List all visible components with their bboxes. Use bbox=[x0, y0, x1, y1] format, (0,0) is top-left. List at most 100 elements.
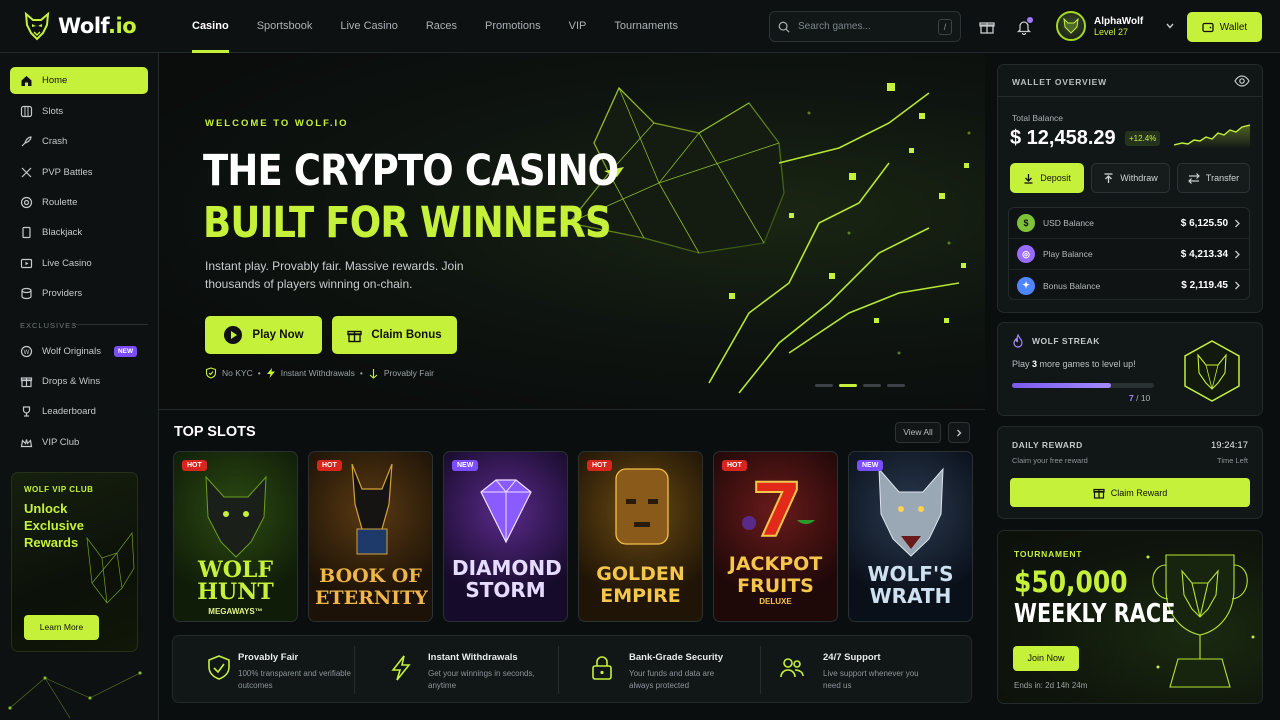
users-icon bbox=[780, 658, 804, 678]
slot-card-book-of-eternity[interactable]: HOT BOOK OF ETERNITY bbox=[308, 451, 433, 622]
feature-bank-grade-security: Bank-Grade Security Your funds and data … bbox=[574, 636, 764, 704]
balance-row-usd[interactable]: $ USD Balance $ 6,125.50 bbox=[1009, 208, 1249, 239]
nav-races[interactable]: Races bbox=[412, 0, 471, 53]
claim-reward-label: Claim Reward bbox=[1110, 487, 1168, 498]
sidebar-item-label: Crash bbox=[42, 136, 68, 147]
balance-row-bonus[interactable]: ✦ Bonus Balance $ 2,119.45 bbox=[1009, 270, 1249, 301]
slot-card-jackpot-fruits[interactable]: 7 HOT JACKPOT FRUITS DELUXE bbox=[713, 451, 838, 622]
transfer-button[interactable]: Transfer bbox=[1177, 163, 1250, 193]
sidebar-item-label: Drops & Wins bbox=[42, 376, 101, 387]
sidebar-item-blackjack[interactable]: Blackjack bbox=[10, 219, 148, 246]
sidebar-item-live-casino[interactable]: Live Casino bbox=[10, 250, 148, 277]
nav-promotions[interactable]: Promotions bbox=[471, 0, 555, 53]
total-balance-label: Total Balance bbox=[1012, 113, 1064, 123]
notifications-button[interactable] bbox=[1014, 17, 1034, 37]
sidebar-item-wolf-originals[interactable]: W Wolf Originals NEW bbox=[10, 338, 148, 365]
join-now-button[interactable]: Join Now bbox=[1013, 646, 1079, 671]
deposit-label: Deposit bbox=[1040, 173, 1071, 183]
feature-desc: Live support whenever you need us bbox=[823, 669, 919, 690]
slot-card-golden-empire[interactable]: HOT GOLDEN EMPIRE bbox=[578, 451, 703, 622]
tournament-ends: Ends in: 2d 14h 24m bbox=[1014, 681, 1088, 690]
hero-title-line2: BUILT FOR WINNERS bbox=[203, 198, 612, 248]
sidebar-item-home[interactable]: Home bbox=[10, 67, 148, 94]
gift-button[interactable] bbox=[977, 17, 997, 37]
seven-fruits-art: 7 bbox=[742, 468, 815, 548]
sidebar: Home Slots Crash PVP Battles Roulette Bl… bbox=[0, 53, 159, 720]
nav-tournaments[interactable]: Tournaments bbox=[600, 0, 692, 53]
user-level: Level 27 bbox=[1094, 26, 1129, 37]
play-now-button[interactable]: Play Now bbox=[205, 316, 322, 354]
gift-icon bbox=[347, 330, 363, 342]
deposit-icon bbox=[1024, 173, 1033, 184]
sidebar-item-providers[interactable]: Providers bbox=[10, 280, 148, 307]
crash-icon bbox=[21, 136, 32, 147]
sidebar-item-crash[interactable]: Crash bbox=[10, 128, 148, 155]
fair-icon bbox=[369, 368, 378, 379]
sidebar-item-label: Blackjack bbox=[42, 227, 83, 238]
slots-next-button[interactable] bbox=[948, 422, 970, 443]
eye-icon[interactable] bbox=[1234, 74, 1250, 88]
snarling-wolf-art bbox=[878, 467, 944, 557]
balance-row-play[interactable]: ◎ Play Balance $ 4,213.34 bbox=[1009, 239, 1249, 270]
balance-change-badge: +12.4% bbox=[1125, 131, 1161, 146]
sidebar-item-label: Providers bbox=[42, 288, 83, 299]
sidebar-item-vip-club[interactable]: VIP Club bbox=[10, 429, 148, 456]
learn-more-button[interactable]: Learn More bbox=[24, 615, 99, 640]
user-menu[interactable]: AlphaWolf Level 27 bbox=[1056, 11, 1175, 41]
chevron-right-icon bbox=[957, 429, 962, 436]
nav-vip[interactable]: VIP bbox=[555, 0, 601, 53]
carousel-dot[interactable] bbox=[887, 384, 905, 387]
claim-bonus-button[interactable]: Claim Bonus bbox=[332, 316, 457, 354]
wolf-hexagon-badge-icon bbox=[1184, 340, 1240, 402]
hot-tag: HOT bbox=[182, 460, 207, 471]
aztec-mask-art bbox=[615, 468, 669, 545]
main-nav: Casino Sportsbook Live Casino Races Prom… bbox=[178, 0, 692, 53]
carousel-dot[interactable] bbox=[815, 384, 833, 387]
nav-casino[interactable]: Casino bbox=[178, 0, 243, 53]
hero-subtitle: Instant play. Provably fair. Massive rew… bbox=[205, 259, 464, 291]
new-badge: NEW bbox=[113, 346, 138, 357]
wallet-button[interactable]: Wallet bbox=[1187, 12, 1262, 42]
feature-title: Instant Withdrawals bbox=[428, 652, 518, 663]
carousel-dot[interactable] bbox=[863, 384, 881, 387]
wallet-button-label: Wallet bbox=[1219, 21, 1248, 33]
vip-club-card: WOLF VIP CLUB Unlock Exclusive Rewards L… bbox=[11, 472, 138, 652]
lock-icon bbox=[592, 656, 612, 680]
sidebar-item-roulette[interactable]: Roulette bbox=[10, 189, 148, 216]
withdraw-button[interactable]: Withdraw bbox=[1091, 163, 1170, 193]
network-decoration bbox=[8, 671, 142, 719]
hero-banner: WELCOME TO WOLF.IO THE CRYPTO CASINO BUI… bbox=[159, 53, 985, 410]
slots-icon bbox=[20, 105, 33, 118]
trust-instant-withdrawals: Instant Withdrawals bbox=[280, 368, 355, 378]
vip-card-title: Unlock Exclusive Rewards bbox=[24, 501, 84, 550]
streak-progress-bar bbox=[1012, 383, 1154, 388]
sidebar-item-label: Home bbox=[42, 75, 68, 86]
nav-live-casino[interactable]: Live Casino bbox=[326, 0, 411, 53]
gift-icon bbox=[1093, 488, 1105, 499]
sidebar-item-leaderboard[interactable]: Leaderboard bbox=[10, 398, 148, 425]
search-input[interactable] bbox=[798, 21, 930, 32]
nav-sportsbook[interactable]: Sportsbook bbox=[243, 0, 327, 53]
chevron-down-icon bbox=[1166, 23, 1174, 29]
sidebar-item-pvp-battles[interactable]: PVP Battles bbox=[10, 159, 148, 186]
balance-name: Bonus Balance bbox=[1043, 280, 1101, 291]
top-slots-title: TOP SLOTS bbox=[174, 424, 256, 440]
slot-title: WOLF'S WRATH bbox=[867, 562, 954, 608]
crown-icon bbox=[20, 439, 33, 448]
withdraw-icon bbox=[1104, 172, 1113, 183]
claim-reward-button[interactable]: Claim Reward bbox=[1010, 478, 1250, 507]
slot-card-wolfs-wrath[interactable]: NEW WOLF'S WRATH bbox=[848, 451, 973, 622]
deposit-button[interactable]: Deposit bbox=[1010, 163, 1084, 193]
sidebar-item-slots[interactable]: Slots bbox=[10, 98, 148, 125]
search-box[interactable]: / bbox=[769, 11, 961, 42]
slot-card-wolf-hunt[interactable]: HOT WOLF HUNT MEGAWAYS™ bbox=[173, 451, 298, 622]
chevron-right-icon bbox=[1235, 250, 1240, 258]
slot-card-diamond-storm[interactable]: NEW DIAMOND STORM bbox=[443, 451, 568, 622]
carousel-dot-active[interactable] bbox=[839, 384, 857, 387]
logo[interactable]: Wolf.io bbox=[22, 11, 137, 41]
view-all-button[interactable]: View All bbox=[895, 422, 941, 443]
trust-badges: No KYC • Instant Withdrawals • Provably … bbox=[205, 367, 434, 379]
claim-bonus-label: Claim Bonus bbox=[371, 329, 442, 341]
hero-kicker: WELCOME TO WOLF.IO bbox=[205, 118, 349, 129]
sidebar-item-drops-wins[interactable]: Drops & Wins bbox=[10, 368, 148, 395]
